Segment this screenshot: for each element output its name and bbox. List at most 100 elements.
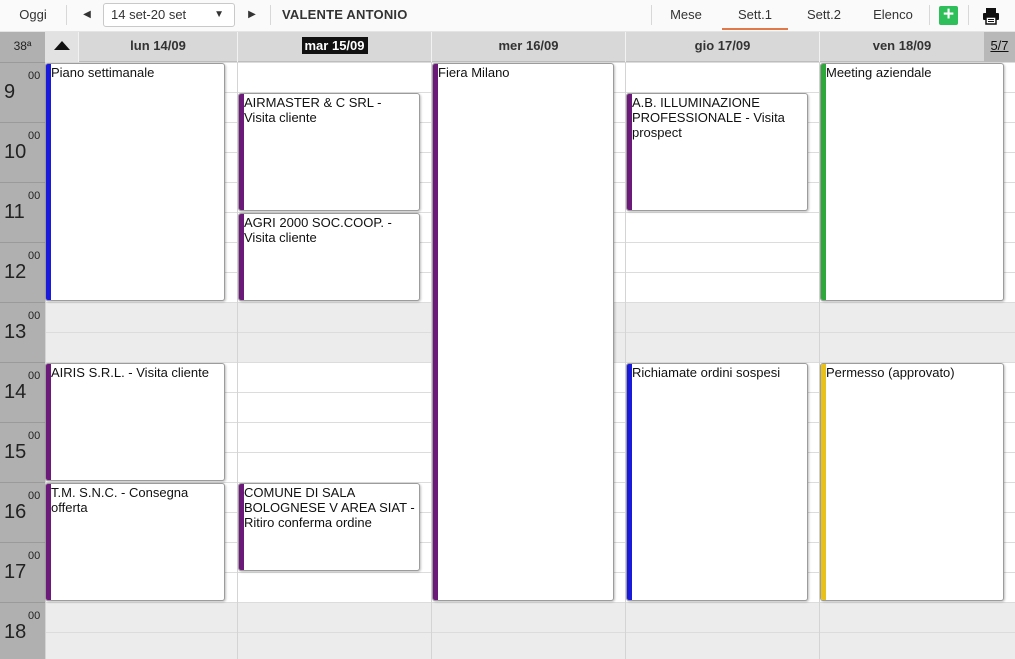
time-slot[interactable] xyxy=(626,632,819,659)
day-label-today: mar 15/09 xyxy=(301,37,368,54)
calendar-event[interactable]: Permesso (approvato) xyxy=(820,363,1004,601)
minute-value: 00 xyxy=(28,370,41,382)
minute-value: 00 xyxy=(28,550,41,562)
toolbar-divider xyxy=(270,5,271,25)
time-slot[interactable] xyxy=(626,272,819,302)
day-header-fri[interactable]: ven 18/09 xyxy=(819,32,984,62)
minute-value: 00 xyxy=(28,430,41,442)
event-title: Meeting aziendale xyxy=(826,65,932,80)
event-title: Piano settimanale xyxy=(51,65,155,80)
time-slot[interactable] xyxy=(238,302,431,332)
minute-value: 00 xyxy=(28,70,41,82)
event-color-bar xyxy=(46,364,51,480)
day-header-mon[interactable]: lun 14/09 xyxy=(78,32,237,62)
hour-label: 00 11 xyxy=(0,182,45,242)
day-label: ven 18/09 xyxy=(872,38,932,53)
hour-label: 00 13 xyxy=(0,302,45,362)
time-slot[interactable] xyxy=(46,332,237,362)
time-slot[interactable] xyxy=(432,632,625,659)
hour-label: 00 17 xyxy=(0,542,45,602)
time-slot[interactable] xyxy=(626,242,819,272)
toolbar-divider xyxy=(66,5,67,25)
time-slot[interactable] xyxy=(626,212,819,242)
time-slot[interactable] xyxy=(238,62,431,92)
calendar-event[interactable]: Richiamate ordini sospesi xyxy=(626,363,808,601)
tab-week2[interactable]: Sett.2 xyxy=(792,0,856,30)
day-header-wed[interactable]: mer 16/09 xyxy=(431,32,625,62)
time-slot[interactable] xyxy=(820,302,1015,332)
event-title: A.B. ILLUMINAZIONE PROFESSIONALE - Visit… xyxy=(632,95,785,140)
time-slot[interactable] xyxy=(46,602,237,632)
time-slot[interactable] xyxy=(626,302,819,332)
time-slot[interactable] xyxy=(626,332,819,362)
time-slot[interactable] xyxy=(626,62,819,92)
tab-month[interactable]: Mese xyxy=(654,0,718,30)
triangle-up-icon xyxy=(54,41,70,50)
event-title: AIRMASTER & C SRL - Visita cliente xyxy=(244,95,382,125)
event-color-bar xyxy=(821,364,826,600)
calendar-event[interactable]: Meeting aziendale xyxy=(820,63,1004,301)
tab-list[interactable]: Elenco xyxy=(860,0,926,30)
minute-value: 00 xyxy=(28,190,41,202)
time-slot[interactable] xyxy=(820,632,1015,659)
tab-week1[interactable]: Sett.1 xyxy=(722,0,788,30)
time-slot[interactable] xyxy=(432,602,625,632)
toolbar-divider xyxy=(968,5,969,25)
minute-value: 00 xyxy=(28,490,41,502)
calendar-event[interactable]: Piano settimanale xyxy=(45,63,225,301)
hour-label: 00 14 xyxy=(0,362,45,422)
calendar-event[interactable]: COMUNE DI SALA BOLOGNESE V AREA SIAT - R… xyxy=(238,483,420,571)
hour-label: 00 12 xyxy=(0,242,45,302)
date-range-select[interactable]: 14 set-20 set ▼ xyxy=(103,3,235,27)
minute-value: 00 xyxy=(28,250,41,262)
toolbar-divider xyxy=(651,5,652,25)
event-color-bar xyxy=(433,64,438,600)
calendar-event[interactable]: A.B. ILLUMINAZIONE PROFESSIONALE - Visit… xyxy=(626,93,808,211)
scroll-up-button[interactable] xyxy=(45,32,78,62)
time-slot[interactable] xyxy=(46,632,237,659)
time-slot[interactable] xyxy=(238,452,431,482)
day-label: gio 17/09 xyxy=(694,38,751,53)
printer-icon xyxy=(983,8,999,25)
hour-label: 00 9 xyxy=(0,62,45,122)
page-indicator[interactable]: 5/7 xyxy=(984,32,1015,62)
hour-label: 00 18 xyxy=(0,602,45,659)
time-slot[interactable] xyxy=(820,602,1015,632)
today-button[interactable]: Oggi xyxy=(8,0,58,30)
event-color-bar xyxy=(46,64,51,300)
prev-week-button[interactable]: ◀ xyxy=(78,0,96,30)
time-slot[interactable] xyxy=(238,332,431,362)
print-button[interactable] xyxy=(981,6,1001,26)
time-slot[interactable] xyxy=(46,302,237,332)
time-slot[interactable] xyxy=(238,422,431,452)
calendar-event[interactable]: T.M. S.N.C. - Consegna offerta xyxy=(45,483,225,601)
next-week-button[interactable]: ▶ xyxy=(243,0,261,30)
hour-value: 18 xyxy=(4,621,27,643)
add-event-button[interactable]: + xyxy=(939,5,958,25)
time-slot[interactable] xyxy=(626,602,819,632)
time-slot[interactable] xyxy=(238,362,431,392)
minute-value: 00 xyxy=(28,310,41,322)
day-label: lun 14/09 xyxy=(130,38,186,53)
calendar-event[interactable]: Fiera Milano xyxy=(432,63,614,601)
calendar-event[interactable]: AIRMASTER & C SRL - Visita cliente xyxy=(238,93,420,211)
day-header-thu[interactable]: gio 17/09 xyxy=(625,32,819,62)
event-color-bar xyxy=(821,64,826,300)
time-slot[interactable] xyxy=(820,332,1015,362)
day-header-tue[interactable]: mar 15/09 xyxy=(237,32,431,62)
time-slot[interactable] xyxy=(238,392,431,422)
time-slot[interactable] xyxy=(238,572,431,602)
hour-value: 13 xyxy=(4,321,27,343)
hour-value: 15 xyxy=(4,441,27,463)
day-header: 38ª lun 14/09 mar 15/09 mer 16/09 gio 17… xyxy=(0,32,1015,62)
event-title: Permesso (approvato) xyxy=(826,365,955,380)
calendar-event[interactable]: AIRIS S.R.L. - Visita cliente xyxy=(45,363,225,481)
calendar-event[interactable]: AGRI 2000 SOC.COOP. - Visita cliente xyxy=(238,213,420,301)
hour-label: 00 15 xyxy=(0,422,45,482)
time-slot[interactable] xyxy=(238,632,431,659)
hour-value: 11 xyxy=(4,201,25,223)
event-title: AGRI 2000 SOC.COOP. - Visita cliente xyxy=(244,215,392,245)
hour-label: 00 16 xyxy=(0,482,45,542)
week-grid: 00 9 00 10 00 11 00 12 00 13 00 14 00 15 00 16 00 17 00 18 … xyxy=(0,62,1015,659)
time-slot[interactable] xyxy=(238,602,431,632)
